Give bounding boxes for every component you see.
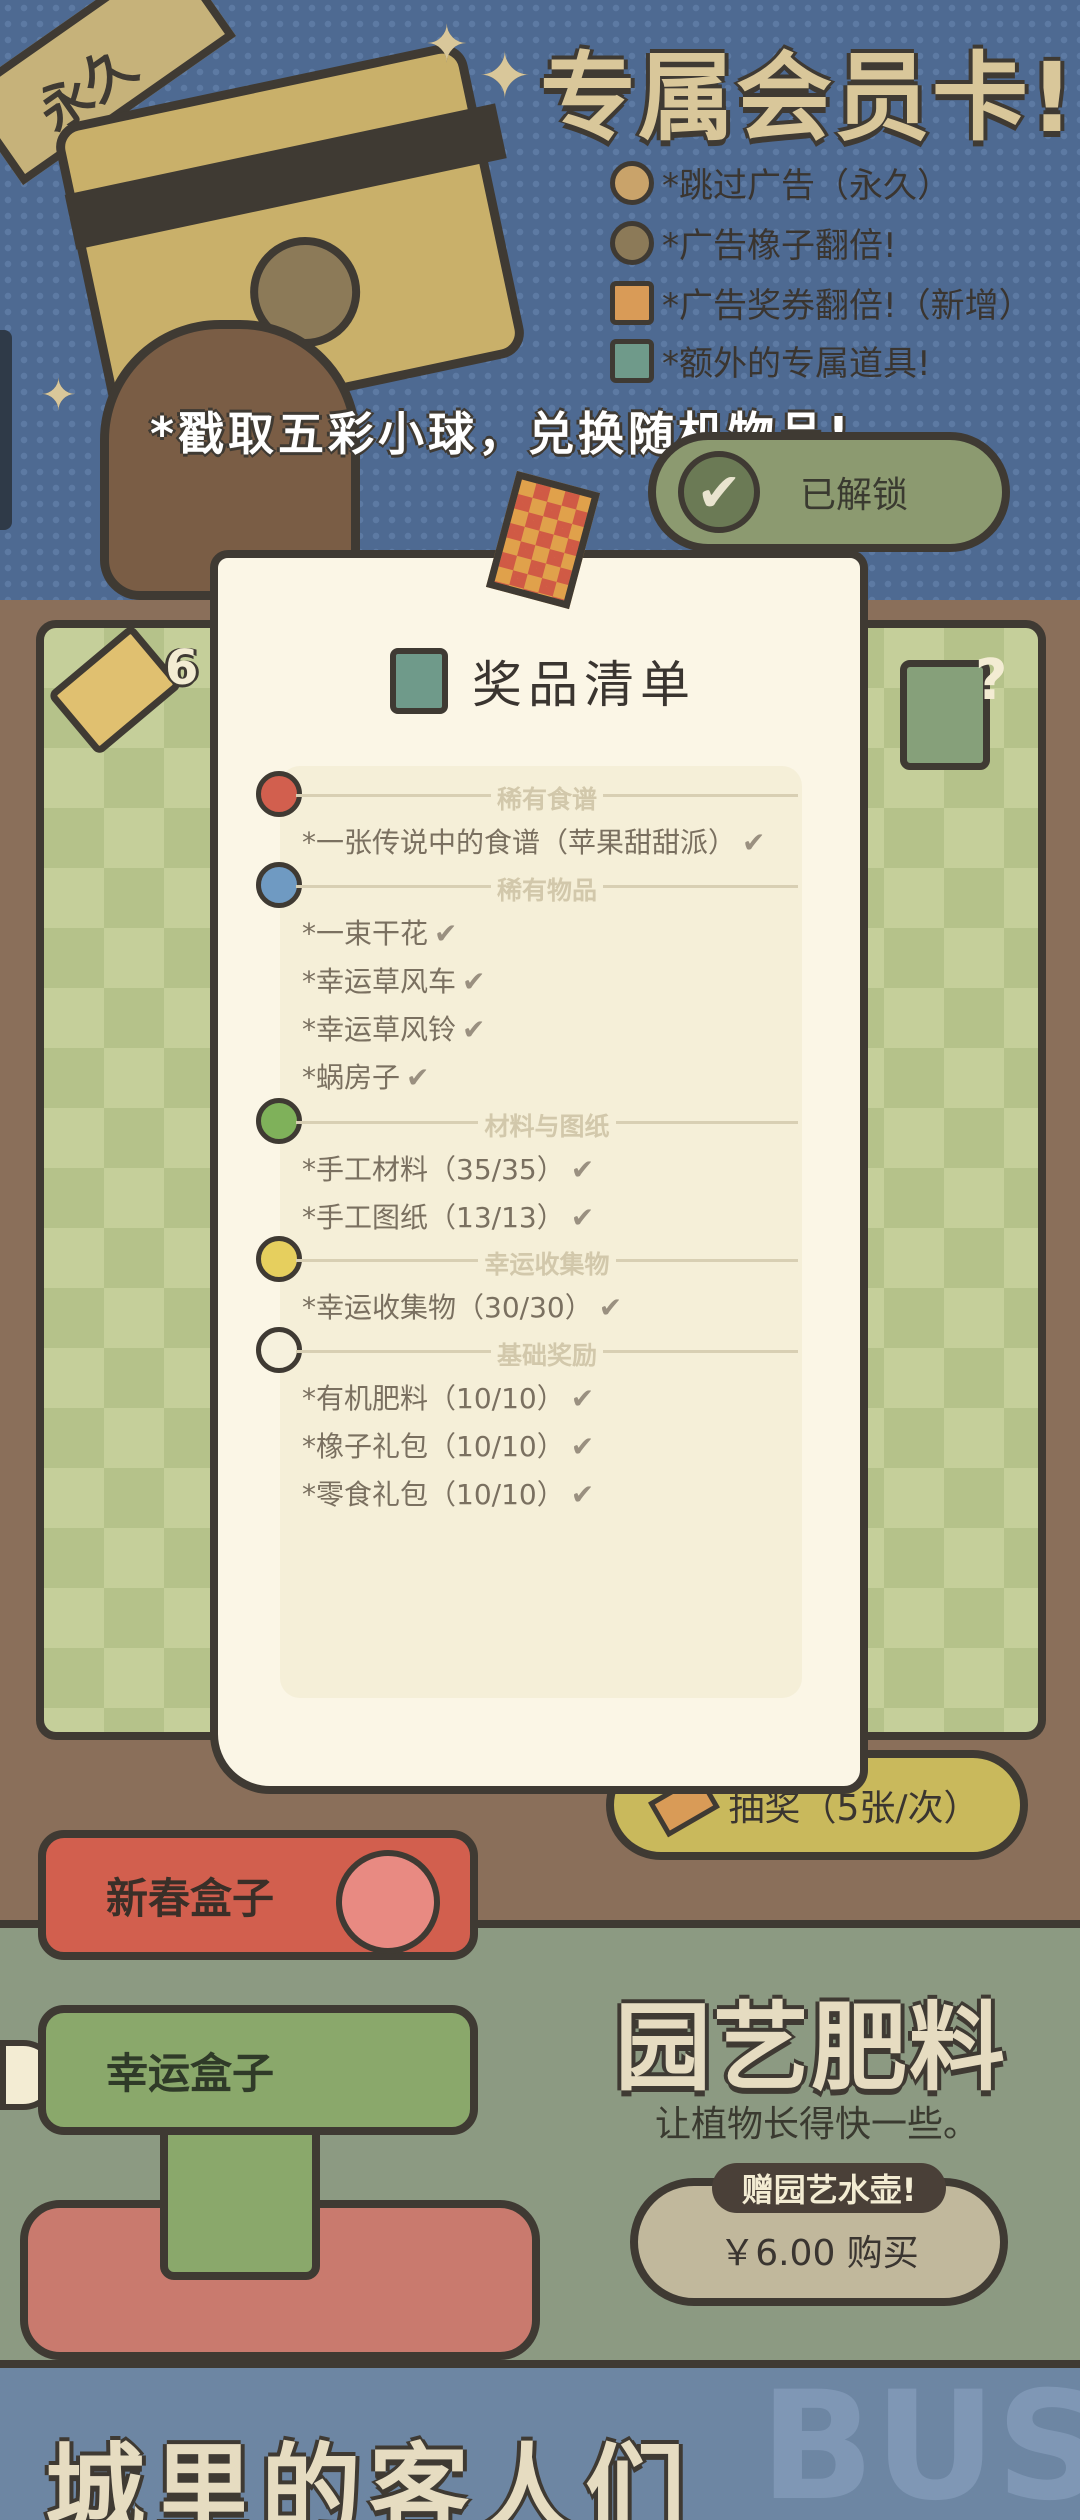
prize-item: *零食礼包（10/10） ✔ bbox=[302, 1478, 595, 1511]
sparkle-icon: ✦ bbox=[425, 15, 469, 75]
ticket-icon bbox=[610, 280, 654, 325]
category-header: 幸运收集物 bbox=[296, 1245, 798, 1279]
perk-item: *额外的专属道具! bbox=[610, 336, 931, 385]
sparkle-icon: ✦ bbox=[478, 40, 532, 114]
dialog-title: 奖品清单 bbox=[472, 656, 696, 714]
prize-item: *幸运草风铃 ✔ bbox=[302, 1013, 486, 1046]
perk-item: *跳过广告（永久） bbox=[610, 158, 951, 207]
category-header: 材料与图纸 bbox=[296, 1107, 798, 1141]
seed-packet-illustration bbox=[160, 2120, 320, 2280]
gift-icon bbox=[390, 648, 448, 714]
prize-item: *手工材料（35/35） ✔ bbox=[302, 1153, 595, 1186]
prize-item: *幸运收集物（30/30） ✔ bbox=[302, 1291, 623, 1324]
gift-icon bbox=[610, 338, 654, 383]
checkmark-icon: ✔ bbox=[570, 1478, 595, 1511]
tab-lucky-box[interactable]: 幸运盒子 bbox=[38, 2005, 478, 2135]
unlocked-label: 已解锁 bbox=[800, 475, 909, 516]
side-handle[interactable] bbox=[0, 330, 12, 530]
perk-label: *额外的专属道具! bbox=[662, 344, 931, 384]
checkmark-icon: ✔ bbox=[462, 1013, 486, 1046]
prize-item: *蜗房子 ✔ bbox=[302, 1061, 430, 1094]
product-subtitle: 让植物长得快一些。 bbox=[655, 2104, 980, 2145]
unlocked-button[interactable]: ✔ 已解锁 bbox=[648, 432, 1010, 552]
sparkle-icon: ✦ bbox=[40, 370, 77, 421]
dialog-header: 奖品清单 bbox=[390, 645, 696, 717]
prize-item: *橡子礼包（10/10） ✔ bbox=[302, 1430, 595, 1463]
perk-item: *广告奖券翻倍!（新增） bbox=[610, 278, 1033, 327]
checkmark-icon: ✔ bbox=[406, 1061, 430, 1094]
no-ads-icon bbox=[610, 160, 654, 205]
category-label: 基础奖励 bbox=[490, 1341, 603, 1370]
checkmark-icon: ✔ bbox=[678, 451, 760, 533]
checkmark-icon: ✔ bbox=[434, 917, 458, 950]
membership-title: 专属会员卡! bbox=[540, 42, 1076, 154]
prize-item: *一束干花 ✔ bbox=[302, 917, 458, 950]
checkmark-icon: ✔ bbox=[742, 826, 766, 859]
category-header: 基础奖励 bbox=[296, 1336, 798, 1370]
checkmark-icon: ✔ bbox=[570, 1201, 595, 1234]
checkmark-icon: ✔ bbox=[598, 1291, 623, 1324]
perk-label: *广告橡子翻倍! bbox=[662, 226, 897, 266]
question-mark-icon: ? bbox=[975, 648, 1008, 713]
prize-item: *一张传说中的食谱（苹果甜甜派） ✔ bbox=[302, 826, 766, 859]
checkmark-icon: ✔ bbox=[570, 1430, 595, 1463]
perk-label: *跳过广告（永久） bbox=[662, 166, 951, 206]
category-label: 幸运收集物 bbox=[478, 1250, 616, 1279]
gift-tag: 赠园艺水壶! bbox=[712, 2163, 946, 2213]
perk-label: *广告奖券翻倍!（新增） bbox=[662, 286, 1033, 326]
flower-icon bbox=[336, 1850, 440, 1954]
visitors-title: 城里的客人们 bbox=[45, 2433, 693, 2520]
ticket-count: 6 bbox=[165, 640, 199, 696]
tab-label: 幸运盒子 bbox=[106, 2048, 275, 2098]
prize-item: *有机肥料（10/10） ✔ bbox=[302, 1382, 595, 1415]
bus-sign: BUS bbox=[760, 2360, 1080, 2520]
tab-new-year-box[interactable]: 新春盒子 bbox=[38, 1830, 478, 1960]
acorn-icon bbox=[610, 220, 654, 265]
prize-item: *手工图纸（13/13） ✔ bbox=[302, 1201, 595, 1234]
category-label: 稀有物品 bbox=[490, 876, 603, 905]
category-header: 稀有食谱 bbox=[296, 780, 798, 814]
category-header: 稀有物品 bbox=[296, 871, 798, 905]
checkmark-icon: ✔ bbox=[570, 1382, 595, 1415]
perk-item: *广告橡子翻倍! bbox=[610, 218, 897, 267]
buy-label: ￥6.00 购买 bbox=[719, 2233, 919, 2274]
tab-label: 新春盒子 bbox=[106, 1873, 275, 1923]
checkmark-icon: ✔ bbox=[462, 965, 486, 998]
checkmark-icon: ✔ bbox=[570, 1153, 595, 1186]
category-label: 材料与图纸 bbox=[478, 1112, 616, 1141]
product-title: 园艺肥料 bbox=[615, 1992, 1007, 2104]
category-label: 稀有食谱 bbox=[490, 785, 603, 814]
prize-item: *幸运草风车 ✔ bbox=[302, 965, 486, 998]
